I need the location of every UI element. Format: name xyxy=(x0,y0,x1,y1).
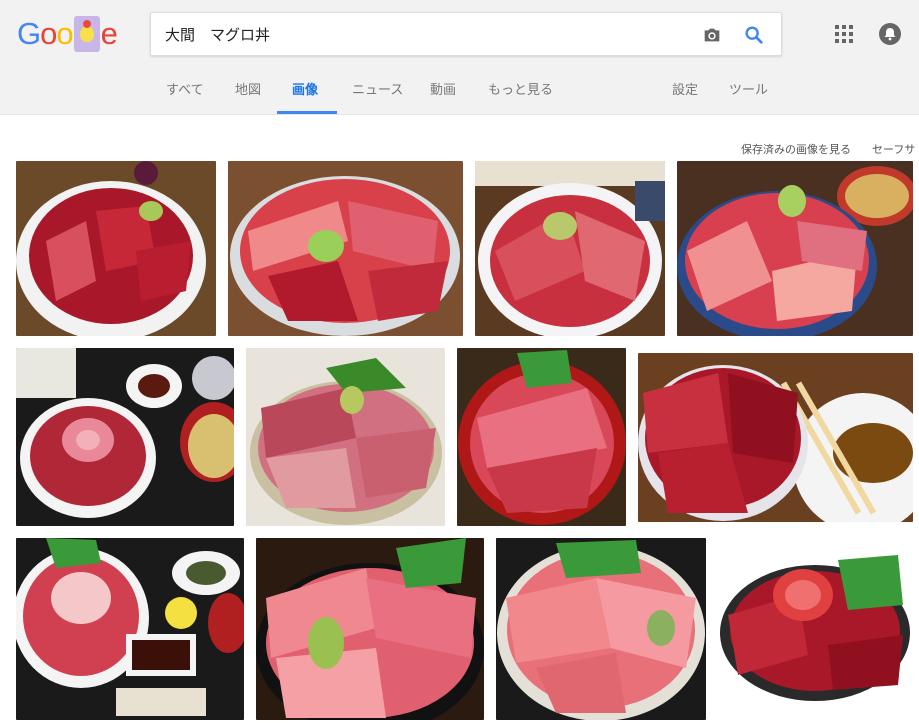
active-tab-indicator xyxy=(277,111,337,114)
tab-tools[interactable]: ツール xyxy=(729,70,768,115)
tab-settings[interactable]: 設定 xyxy=(672,70,698,115)
search-box xyxy=(150,12,782,56)
image-result[interactable] xyxy=(638,353,913,522)
doodle-character-icon xyxy=(73,16,100,52)
image-result[interactable] xyxy=(16,538,244,720)
bell-icon[interactable] xyxy=(878,22,902,46)
header-bar: G o o e すべて 地図 画像 ニュース 動画 もっと見る 設定 xyxy=(0,0,919,115)
apps-grid-icon[interactable] xyxy=(835,25,853,43)
image-result[interactable] xyxy=(457,348,626,526)
image-result[interactable] xyxy=(16,161,216,336)
tab-videos[interactable]: 動画 xyxy=(430,70,456,115)
search-input[interactable] xyxy=(165,13,685,55)
tab-all[interactable]: すべて xyxy=(166,70,204,115)
saved-images-link[interactable]: 保存済みの画像を見る xyxy=(741,141,851,157)
image-result[interactable] xyxy=(228,161,463,336)
safesearch-link[interactable]: セーフサ xyxy=(872,141,915,157)
image-result[interactable] xyxy=(677,161,913,336)
image-result[interactable] xyxy=(246,348,445,526)
image-result[interactable] xyxy=(256,538,484,720)
logo-letter-o2: o xyxy=(56,16,73,51)
tab-more[interactable]: もっと見る xyxy=(488,70,553,115)
logo-letter-g: G xyxy=(17,16,41,51)
tab-maps[interactable]: 地図 xyxy=(235,70,261,115)
tab-images[interactable]: 画像 xyxy=(292,70,318,115)
image-result[interactable] xyxy=(16,348,234,526)
tab-news[interactable]: ニュース xyxy=(352,70,403,115)
image-result[interactable] xyxy=(718,555,913,701)
image-result[interactable] xyxy=(475,161,665,336)
logo-letter-o1: o xyxy=(40,16,57,51)
google-doodle-logo[interactable]: G o o e xyxy=(17,14,118,54)
image-result[interactable] xyxy=(496,538,706,720)
search-icon[interactable] xyxy=(743,24,765,46)
logo-letter-e: e xyxy=(100,16,118,51)
camera-icon[interactable] xyxy=(701,24,723,46)
